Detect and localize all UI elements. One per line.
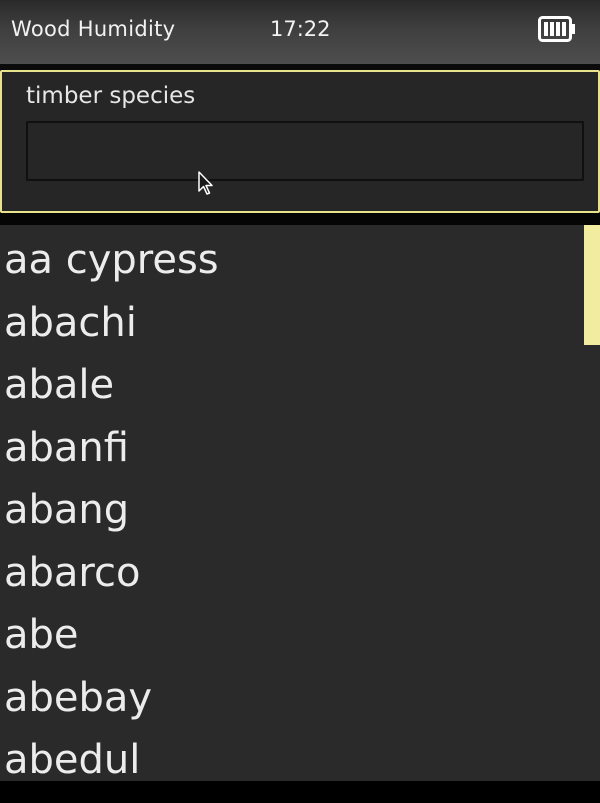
list-item[interactable]: abarco [0,542,600,605]
species-list[interactable]: aa cypress abachi abale abanfi abang aba… [0,225,600,781]
species-search-input[interactable] [26,121,584,181]
list-item[interactable]: abebay [0,667,600,730]
list-item[interactable]: abachi [0,292,600,355]
app-title: Wood Humidity [11,17,176,41]
list-item[interactable]: abe [0,604,600,667]
status-bar: Wood Humidity 17:22 [0,0,600,64]
species-search-label: timber species [26,83,196,109]
mouse-pointer-icon [198,171,214,197]
clock-time: 17:22 [270,17,331,41]
panel-divider [0,213,600,225]
list-item[interactable]: abedul [0,729,600,781]
list-item[interactable]: abanfi [0,417,600,480]
list-item[interactable]: aa cypress [0,229,600,292]
bottom-bar [0,781,600,803]
species-search-panel: timber species [0,70,600,213]
list-item[interactable]: abale [0,354,600,417]
scrollbar-thumb[interactable] [584,225,600,345]
list-item[interactable]: abang [0,479,600,542]
battery-full-icon [538,16,576,42]
